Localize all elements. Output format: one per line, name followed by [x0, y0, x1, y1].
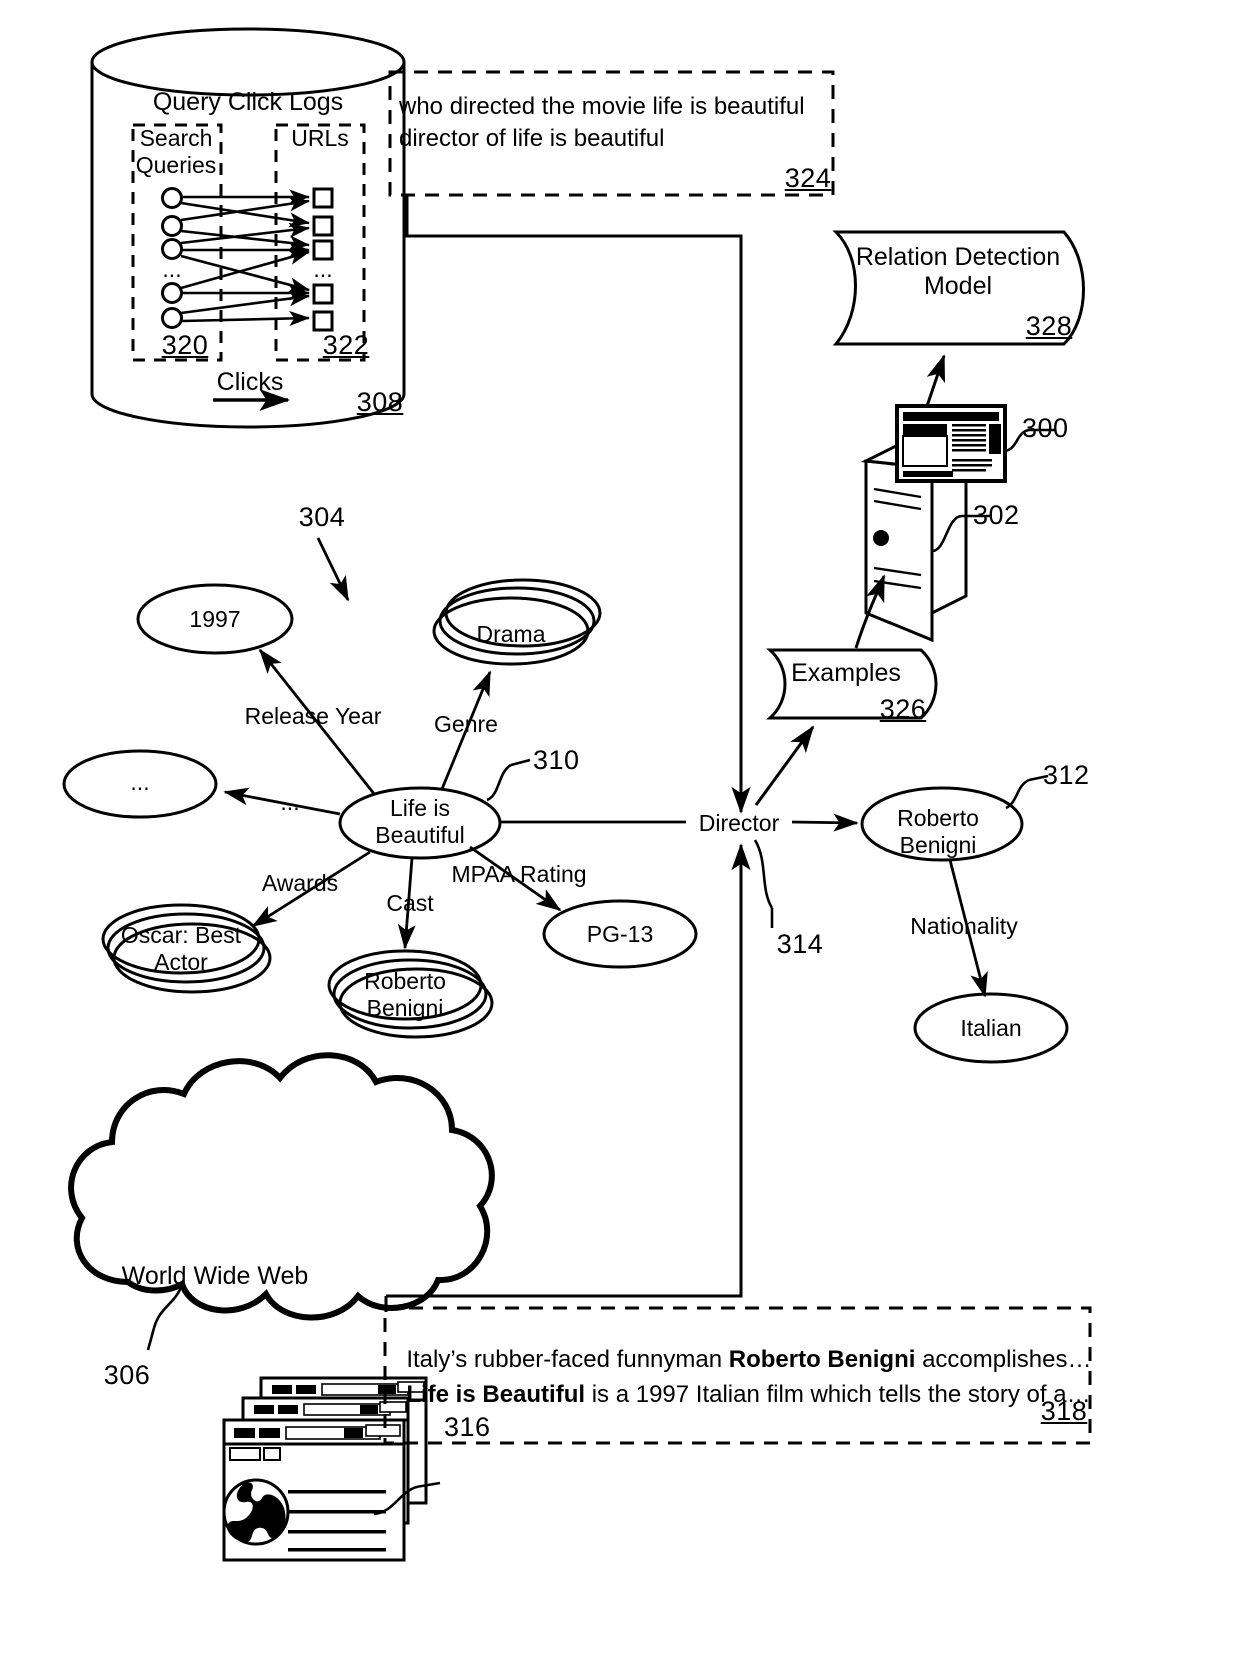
relation-detection-model-line2: Model	[923, 272, 993, 300]
ref-316: 316	[444, 1412, 491, 1442]
node-nationality-value: Italian	[960, 1015, 1022, 1041]
edge-label-director: Director	[698, 810, 780, 836]
edge-label-genre: Genre	[434, 711, 498, 737]
edge-label-release-year: Release Year	[244, 703, 382, 729]
node-center-line1: Life is	[389, 795, 451, 821]
ref-302: 302	[973, 500, 1020, 530]
cloud-label: World Wide Web	[121, 1262, 309, 1290]
edge-label-cast: Cast	[386, 890, 434, 916]
ref-304: 304	[298, 502, 346, 532]
web-snippet-line2: Life is Beautiful is a 1997 Italian film…	[393, 1355, 1091, 1409]
ref-326: 326	[879, 694, 927, 724]
node-cast-value-line2: Benigni	[366, 995, 444, 1021]
queries-ellipsis: ...	[162, 256, 182, 282]
relation-detection-model-line1: Relation Detection	[855, 243, 1061, 271]
node-director-value-line2: Benigni	[899, 832, 977, 858]
query-click-logs-title: Query Click Logs	[152, 88, 344, 116]
node-awards-value-line2: Actor	[154, 949, 208, 975]
ref-300: 300	[1022, 413, 1069, 443]
node-other-value: ...	[130, 769, 150, 795]
query-example-line1: who directed the movie life is beautiful	[399, 93, 805, 120]
ref-328: 328	[1025, 311, 1073, 341]
ref-312: 312	[1043, 760, 1090, 790]
ref-318: 318	[1040, 1396, 1088, 1426]
node-mpaa-value: PG-13	[586, 921, 654, 947]
ref-308: 308	[356, 387, 404, 417]
ref-324: 324	[784, 163, 832, 193]
edge-label-awards: Awards	[261, 870, 339, 896]
edge-label-mpaa-rating: MPAA Rating	[451, 861, 587, 887]
ref-320: 320	[161, 330, 209, 360]
edge-label-nationality: Nationality	[910, 913, 1018, 939]
ref-310: 310	[533, 745, 580, 775]
urls-ellipsis: ...	[313, 256, 333, 282]
node-director-value-line1: Roberto	[897, 805, 979, 831]
query-example-line2: director of life is beautiful	[399, 125, 665, 152]
ref-314: 314	[776, 929, 824, 959]
web-snippet-line2-bold: Life is Beautiful	[406, 1380, 586, 1408]
search-queries-label-line1: Search	[139, 125, 213, 151]
node-center-line2: Beautiful	[375, 822, 465, 848]
edge-label-ellipsis: ...	[280, 789, 300, 815]
clicks-label: Clicks	[216, 368, 284, 396]
search-queries-label-line2: Queries	[135, 152, 217, 178]
examples-label: Examples	[791, 659, 901, 687]
node-release-year-value: 1997	[189, 606, 241, 632]
urls-label: URLs	[291, 125, 349, 151]
figure-canvas: Query Click Logs Search Queries URLs ...…	[0, 0, 1240, 1663]
web-snippet-line2-post: is a 1997 Italian film which tells the s…	[585, 1380, 1091, 1408]
node-genre-value: Drama	[476, 621, 546, 647]
ref-306: 306	[103, 1360, 151, 1390]
node-cast-value-line1: Roberto	[364, 968, 446, 994]
node-awards-value-line1: Oscar: Best	[120, 922, 242, 948]
ref-322: 322	[322, 330, 370, 360]
